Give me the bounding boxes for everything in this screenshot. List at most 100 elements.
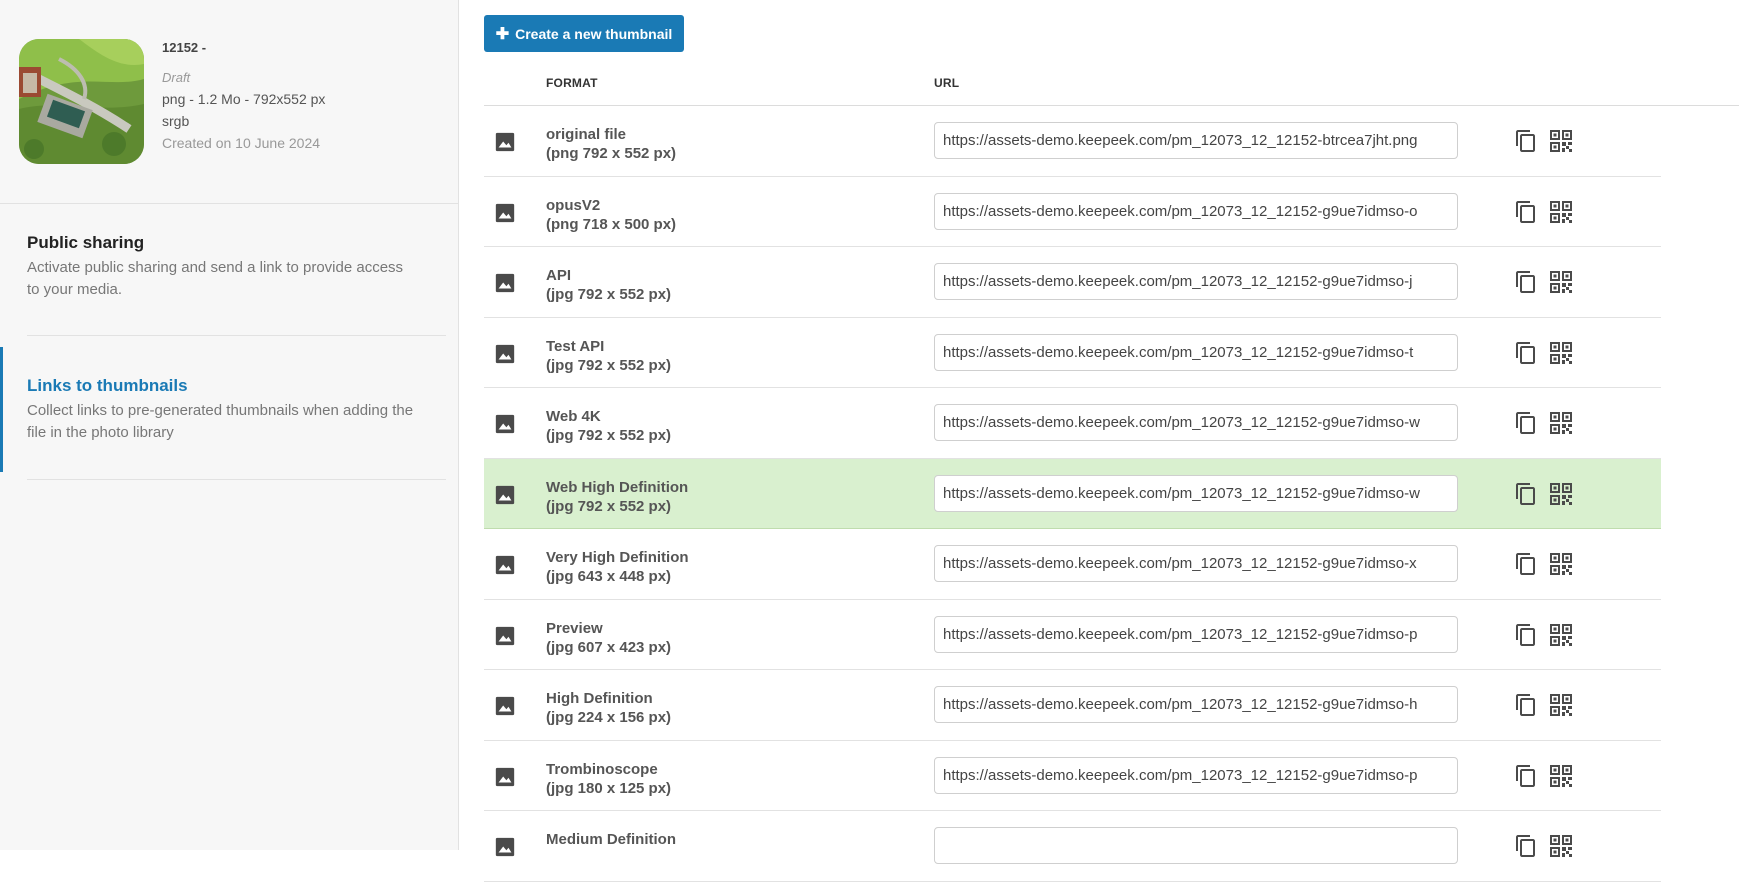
image-icon	[495, 626, 515, 645]
format-label: original file (png 792 x 552 px)	[546, 125, 676, 163]
url-field[interactable]	[934, 333, 1458, 371]
url-field[interactable]	[934, 263, 1458, 300]
divider	[27, 479, 446, 480]
url-field[interactable]	[934, 615, 1458, 653]
qr-code-icon[interactable]	[1549, 200, 1573, 224]
format-spec: (jpg 792 x 552 px)	[546, 286, 672, 303]
format-spec: (jpg 792 x 552 px)	[546, 427, 672, 444]
image-icon	[495, 132, 515, 152]
format-name: Very High Definition	[546, 549, 689, 566]
media-file-info: png - 1.2 Mo - 792x552 px	[162, 91, 326, 107]
format-name: High Definition	[546, 690, 653, 707]
image-icon	[495, 414, 515, 434]
format-label: API (jpg 792 x 552 px)	[546, 266, 671, 304]
format-spec: (jpg 792 x 552 px)	[546, 497, 672, 515]
image-icon	[495, 555, 515, 575]
create-thumbnail-button[interactable]: ✚ Create a new thumbnail	[484, 15, 684, 52]
table-row: API (jpg 792 x 552 px)	[484, 247, 1661, 318]
nav-public-sharing[interactable]: Public sharing Activate public sharing a…	[27, 233, 447, 301]
table-row: Web High Definition (jpg 792 x 552 px)	[484, 458, 1661, 529]
format-name: original file	[546, 126, 627, 143]
copy-icon[interactable]	[1514, 552, 1538, 576]
copy-icon[interactable]	[1514, 129, 1538, 153]
qr-code-icon[interactable]	[1549, 693, 1573, 717]
url-field[interactable]	[934, 686, 1458, 723]
format-label: Test API (jpg 792 x 552 px)	[546, 337, 671, 375]
qr-code-icon[interactable]	[1549, 482, 1573, 506]
media-created-date: Created on 10 June 2024	[162, 135, 321, 151]
format-name: Web High Definition	[546, 478, 689, 496]
thumbnail-table: original file (png 792 x 552 px) opusV2 …	[484, 106, 1661, 882]
copy-icon[interactable]	[1514, 693, 1538, 717]
left-panel: 12152 - Draft png - 1.2 Mo - 792x552 px …	[0, 0, 459, 850]
nav-links-to-thumbnails[interactable]: Links to thumbnails Collect links to pre…	[27, 376, 447, 444]
format-spec: (jpg 643 x 448 px)	[546, 568, 672, 585]
format-label: Web 4K (jpg 792 x 552 px)	[546, 407, 671, 445]
qr-code-icon[interactable]	[1549, 129, 1573, 153]
table-row: original file (png 792 x 552 px)	[484, 106, 1661, 177]
image-icon	[495, 696, 515, 716]
table-row: Trombinoscope (jpg 180 x 125 px)	[484, 741, 1661, 811]
create-thumbnail-label: Create a new thumbnail	[515, 25, 673, 42]
qr-code-icon[interactable]	[1549, 764, 1573, 788]
copy-icon[interactable]	[1514, 341, 1538, 365]
url-field[interactable]	[934, 404, 1458, 441]
copy-icon[interactable]	[1514, 411, 1538, 435]
table-row: Test API (jpg 792 x 552 px)	[484, 318, 1661, 388]
copy-icon[interactable]	[1514, 200, 1538, 224]
format-spec: (jpg 180 x 125 px)	[546, 779, 672, 797]
format-spec: (png 718 x 500 px)	[546, 215, 677, 233]
qr-code-icon[interactable]	[1549, 623, 1573, 647]
qr-code-icon[interactable]	[1549, 270, 1573, 294]
image-icon	[495, 203, 515, 222]
qr-code-icon[interactable]	[1549, 552, 1573, 576]
format-name: opusV2	[546, 196, 601, 214]
copy-icon[interactable]	[1514, 482, 1538, 506]
url-field[interactable]	[934, 827, 1458, 864]
url-field[interactable]	[934, 192, 1458, 230]
copy-icon[interactable]	[1514, 623, 1538, 647]
divider	[27, 335, 446, 336]
format-name: Trombinoscope	[546, 760, 658, 778]
qr-code-icon[interactable]	[1549, 834, 1573, 858]
copy-icon[interactable]	[1514, 834, 1538, 858]
qr-code-icon[interactable]	[1549, 341, 1573, 365]
media-color-space: srgb	[162, 113, 190, 129]
url-field[interactable]	[934, 756, 1458, 794]
nav-links-to-thumbnails-description: Collect links to pre-generated thumbnail…	[27, 402, 414, 441]
media-summary: 12152 - Draft png - 1.2 Mo - 792x552 px …	[19, 39, 439, 169]
format-label: Web High Definition (jpg 792 x 552 px)	[546, 478, 688, 516]
table-row: Medium Definition	[484, 811, 1661, 882]
nav-public-sharing-title: Public sharing	[27, 233, 145, 252]
media-meta: 12152 - Draft png - 1.2 Mo - 792x552 px …	[162, 39, 325, 151]
table-row: Preview (jpg 607 x 423 px)	[484, 600, 1661, 670]
image-icon	[495, 344, 515, 363]
format-name: API	[546, 267, 572, 284]
url-field[interactable]	[934, 122, 1458, 159]
format-spec: (jpg 792 x 552 px)	[546, 356, 672, 374]
plus-icon: ✚	[495, 25, 510, 43]
format-label: opusV2 (png 718 x 500 px)	[546, 196, 676, 234]
nav-public-sharing-description: Activate public sharing and send a link …	[27, 259, 404, 298]
copy-icon[interactable]	[1514, 270, 1538, 294]
qr-code-icon[interactable]	[1549, 411, 1573, 435]
url-field[interactable]	[934, 474, 1458, 512]
active-indicator	[0, 347, 3, 472]
format-name: Test API	[546, 337, 605, 355]
format-spec: (jpg 224 x 156 px)	[546, 709, 672, 726]
image-icon	[495, 767, 515, 786]
format-label: High Definition (jpg 224 x 156 px)	[546, 689, 671, 727]
nav-links-to-thumbnails-title: Links to thumbnails	[27, 376, 188, 395]
table-row: Very High Definition (jpg 643 x 448 px)	[484, 529, 1661, 600]
media-thumbnail[interactable]	[19, 39, 144, 164]
url-field[interactable]	[934, 545, 1458, 582]
column-header-url: URL	[934, 76, 960, 90]
table-row: Web 4K (jpg 792 x 552 px)	[484, 388, 1661, 459]
format-label: Very High Definition (jpg 643 x 448 px)	[546, 548, 689, 586]
format-label: Medium Definition	[546, 830, 676, 849]
format-name: Web 4K	[546, 408, 601, 425]
format-spec: (png 792 x 552 px)	[546, 145, 677, 162]
format-label: Preview (jpg 607 x 423 px)	[546, 619, 671, 657]
column-header-format: FORMAT	[546, 76, 598, 90]
copy-icon[interactable]	[1514, 764, 1538, 788]
